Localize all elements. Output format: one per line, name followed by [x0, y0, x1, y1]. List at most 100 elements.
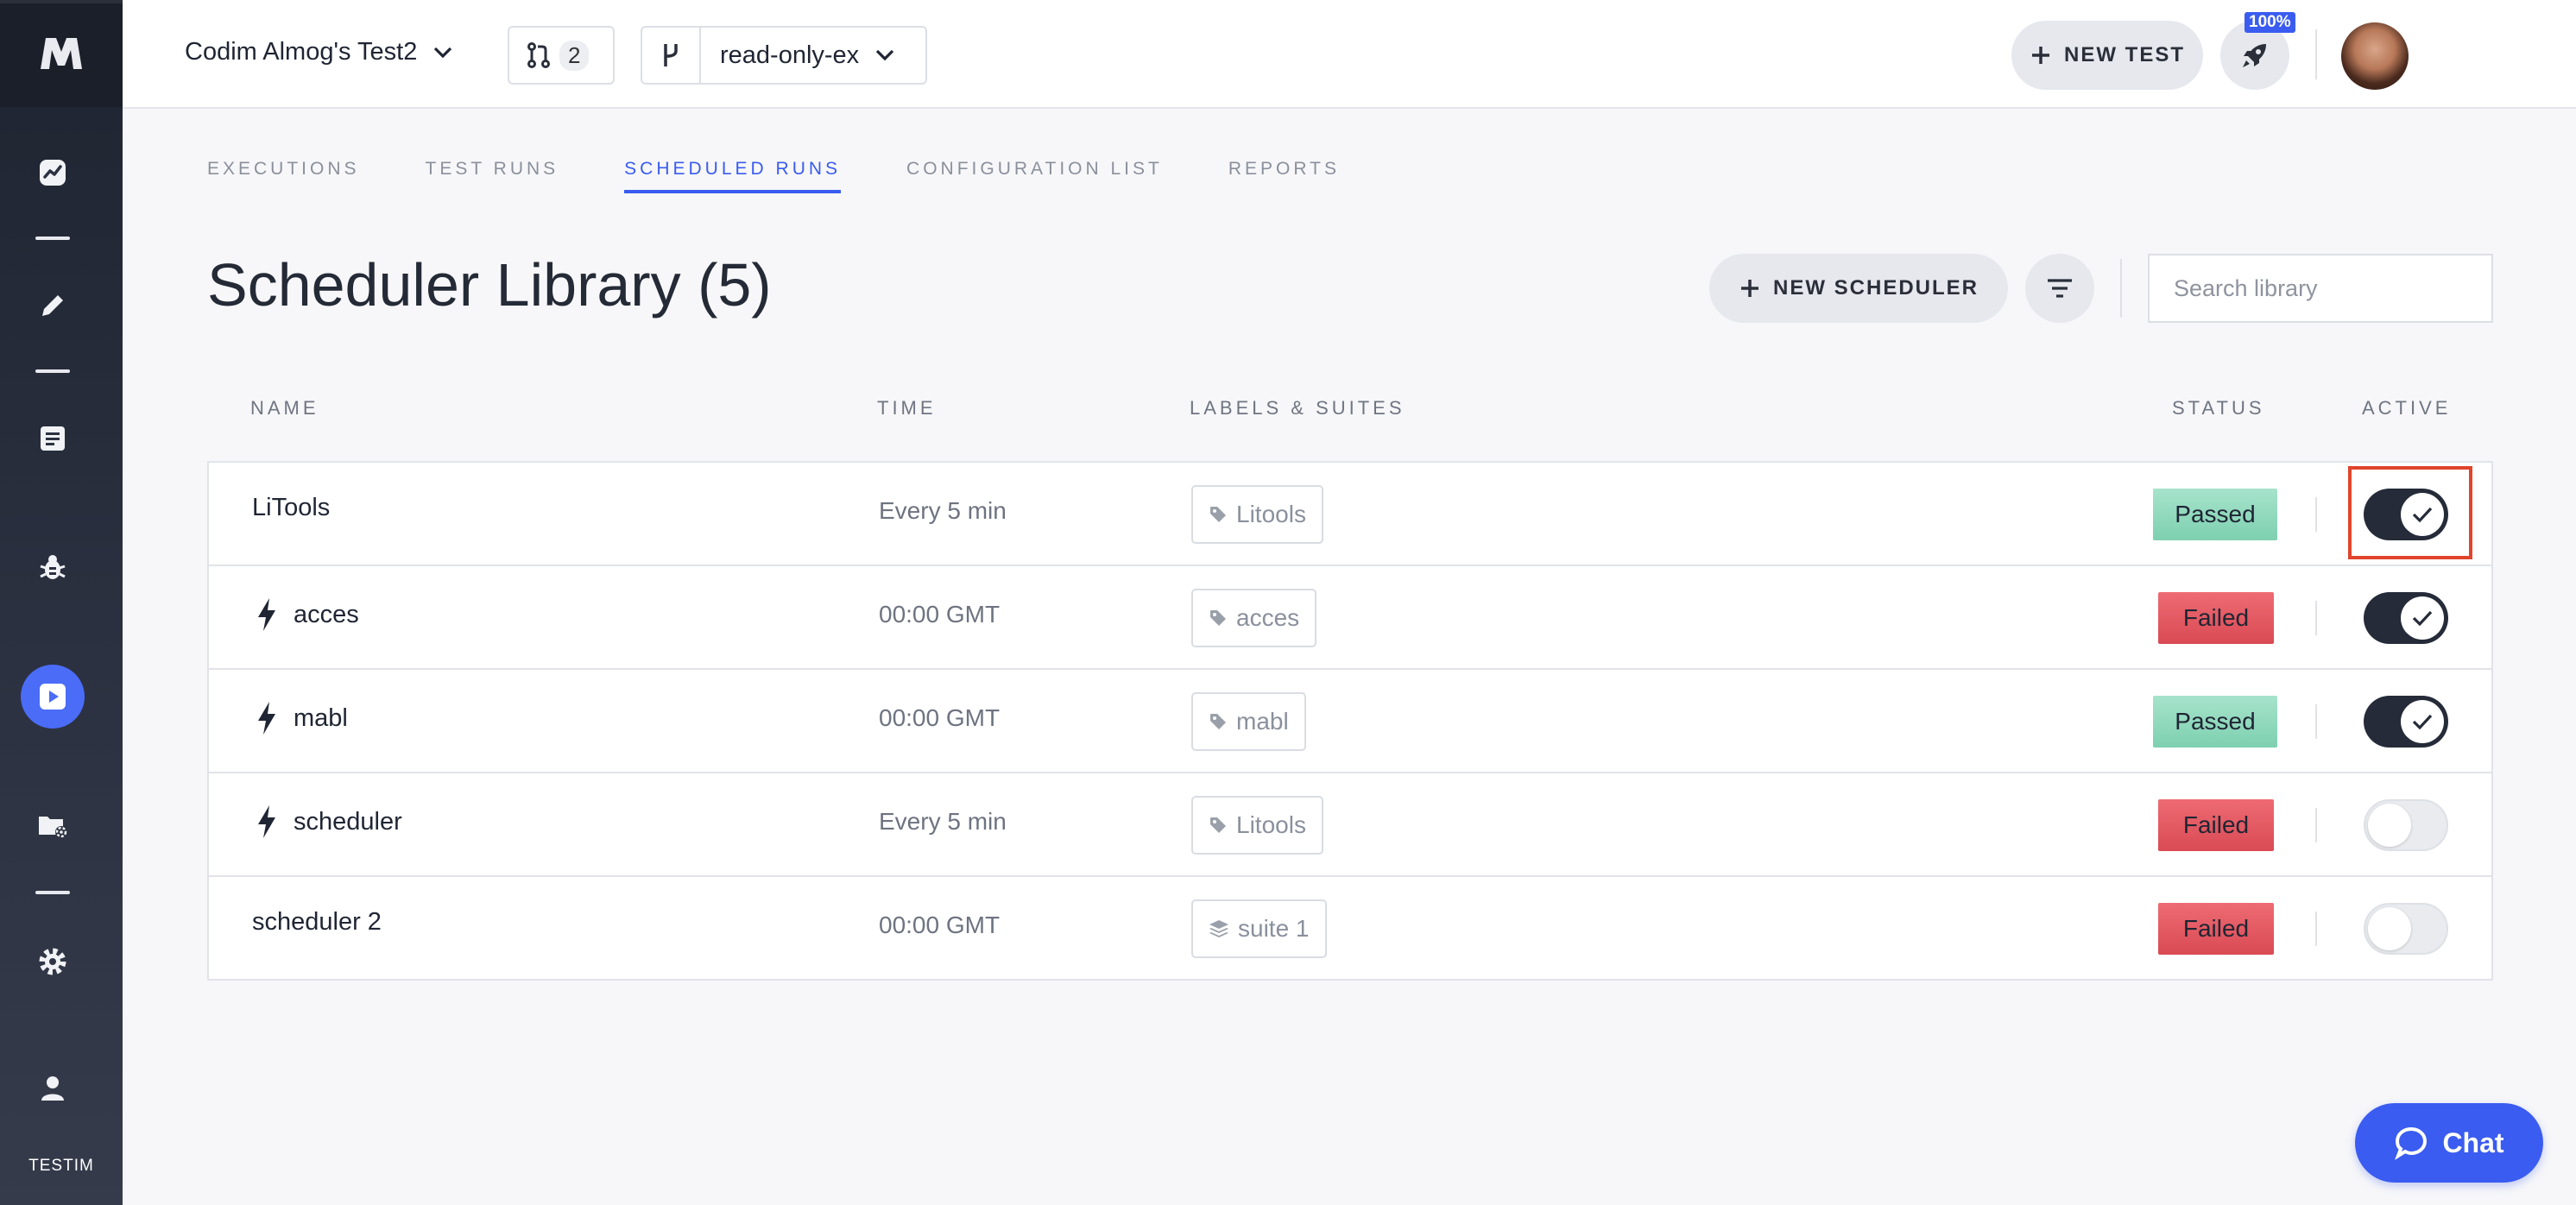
status-badge[interactable]: Failed [2158, 799, 2274, 851]
new-scheduler-label: NEW SCHEDULER [1772, 276, 1979, 300]
column-header-labels: LABELS & SUITES [1190, 397, 1405, 419]
label-text: mabl [1236, 708, 1289, 735]
label-text: acces [1236, 604, 1300, 631]
row-divider [2315, 912, 2317, 946]
scheduler-name-cell: acces [252, 597, 359, 632]
new-scheduler-button[interactable]: NEW SCHEDULER [1709, 254, 2008, 323]
row-divider [2315, 704, 2317, 739]
scheduler-name: scheduler 2 [252, 908, 382, 936]
scheduler-time: 00:00 GMT [879, 912, 1001, 938]
edit-icon[interactable] [35, 288, 70, 323]
label-chip[interactable]: acces [1191, 589, 1317, 647]
avatar[interactable] [2341, 22, 2409, 90]
tag-icon [1210, 817, 1226, 833]
gear-icon[interactable] [35, 944, 70, 979]
chat-button[interactable]: Chat [2355, 1103, 2543, 1183]
column-header-time[interactable]: TIME [877, 397, 937, 420]
project-name: Codim Almog's Test2 [185, 38, 418, 66]
sidebar-separator [35, 237, 70, 240]
table-row[interactable]: mabl 00:00 GMT mabl Passed [209, 670, 2491, 773]
active-toggle[interactable] [2364, 903, 2448, 955]
filter-button[interactable] [2025, 254, 2094, 323]
plus-icon [1740, 280, 1758, 297]
toggle-knob [2368, 907, 2411, 950]
status-badge[interactable]: Failed [2158, 903, 2274, 955]
row-divider [2315, 497, 2317, 532]
sidebar-separator [35, 369, 70, 373]
app-logo[interactable] [0, 0, 123, 107]
tab-executions[interactable]: EXECUTIONS [207, 159, 360, 193]
chat-label: Chat [2442, 1126, 2504, 1158]
lightning-icon [252, 804, 281, 839]
scheduler-name: mabl [294, 703, 348, 732]
row-divider [2315, 808, 2317, 842]
scheduler-table: LiTools Every 5 min Litools Passed acces… [207, 461, 2493, 981]
check-icon [2412, 714, 2433, 730]
column-header-name[interactable]: NAME [250, 397, 319, 420]
scheduler-time: 00:00 GMT [879, 704, 1001, 731]
label-text: Litools [1236, 811, 1306, 838]
branch-name: read-only-ex [720, 41, 860, 69]
tag-icon [1210, 507, 1226, 522]
tag-icon [1210, 714, 1226, 729]
scheduler-time: 00:00 GMT [879, 601, 1001, 628]
page-title: Scheduler Library (5) [207, 251, 772, 319]
label-text: Litools [1236, 501, 1306, 527]
active-toggle[interactable] [2364, 799, 2448, 851]
tab-configuration-list[interactable]: CONFIGURATION LIST [906, 159, 1163, 193]
scheduler-name-cell: scheduler 2 [252, 908, 382, 937]
highlight-annotation [2348, 466, 2472, 559]
active-toggle[interactable] [2364, 696, 2448, 748]
label-chip[interactable]: Litools [1191, 796, 1323, 855]
table-row[interactable]: LiTools Every 5 min Litools Passed [209, 463, 2491, 566]
status-badge[interactable]: Failed [2158, 592, 2274, 644]
toggle-knob [2401, 700, 2444, 743]
table-row[interactable]: acces 00:00 GMT acces Failed [209, 566, 2491, 670]
search-input[interactable] [2148, 254, 2493, 323]
branch-selector[interactable]: read-only-ex [641, 26, 927, 85]
project-selector[interactable]: Codim Almog's Test2 [185, 38, 453, 66]
rocket-icon [2243, 44, 2266, 67]
layers-icon [1209, 920, 1228, 937]
column-header-active[interactable]: ACTIVE [2362, 397, 2451, 420]
label-chip[interactable]: Litools [1191, 485, 1323, 544]
chat-bubble-icon [2395, 1126, 2428, 1160]
column-header-status[interactable]: STATUS [2172, 397, 2265, 420]
active-toggle[interactable] [2364, 592, 2448, 644]
tab-test-runs[interactable]: TEST RUNS [426, 159, 559, 193]
scheduler-name-cell: mabl [252, 701, 348, 735]
suite-chip[interactable]: suite 1 [1191, 899, 1327, 958]
row-divider [2315, 601, 2317, 635]
chevron-down-icon [434, 47, 452, 58]
folder-settings-icon[interactable] [35, 808, 70, 842]
user-icon[interactable] [35, 1070, 70, 1105]
status-badge[interactable]: Passed [2153, 489, 2277, 540]
check-icon [2412, 610, 2433, 627]
sidebar-item-runs[interactable] [21, 665, 85, 729]
list-icon[interactable] [35, 421, 70, 456]
table-row[interactable]: scheduler Every 5 min Litools Failed [209, 773, 2491, 877]
branch-icon [664, 44, 678, 66]
branches-button[interactable]: 2 [508, 26, 615, 85]
new-test-button[interactable]: NEW TEST [2011, 21, 2203, 90]
filter-icon [2048, 279, 2072, 298]
label-chip[interactable]: mabl [1191, 692, 1306, 751]
scheduler-time: Every 5 min [879, 808, 1007, 835]
toggle-knob [2368, 804, 2411, 847]
status-badge[interactable]: Passed [2153, 696, 2277, 748]
tab-scheduled-runs[interactable]: SCHEDULED RUNS [624, 159, 842, 193]
top-bar: Codim Almog's Test2 2 read-only-ex [123, 0, 2576, 109]
table-row[interactable]: scheduler 2 00:00 GMT suite 1 Failed [209, 877, 2491, 981]
scheduler-name: LiTools [252, 494, 331, 521]
brand-label: TESTIM [28, 1157, 94, 1175]
chevron-down-icon [876, 49, 894, 61]
quota-badge: 100% [2245, 12, 2295, 33]
branch-icon-box [642, 28, 701, 83]
dashboard-icon[interactable] [35, 155, 70, 190]
scheduler-name-cell: scheduler [252, 804, 402, 839]
tab-reports[interactable]: REPORTS [1228, 159, 1340, 193]
bug-icon[interactable] [35, 551, 70, 585]
scheduler-name: scheduler [294, 807, 402, 836]
toggle-knob [2401, 596, 2444, 640]
topbar-divider [2315, 29, 2317, 79]
